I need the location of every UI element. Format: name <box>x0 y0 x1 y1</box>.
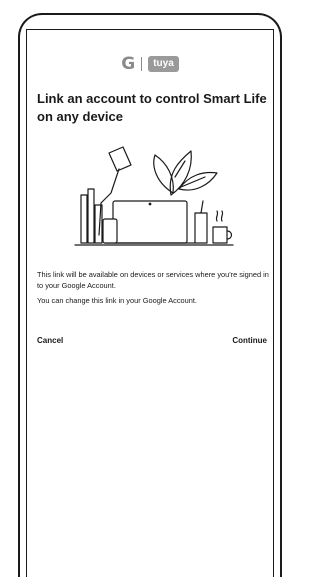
brand-divider <box>141 57 143 71</box>
google-logo: G <box>121 54 136 74</box>
info-text-availability: This link will be available on devices o… <box>37 270 269 290</box>
page-title: Link an account to control Smart Life on… <box>37 91 267 124</box>
info-text-change-link: You can change this link in your Google … <box>37 296 197 305</box>
brand-row: G tuya <box>27 54 273 74</box>
screen: G tuya Link an account to control Smart … <box>26 29 274 577</box>
tuya-logo: tuya <box>148 56 179 72</box>
cancel-button[interactable]: Cancel <box>37 336 63 345</box>
phone-frame: G tuya Link an account to control Smart … <box>18 13 282 577</box>
continue-button[interactable]: Continue <box>232 336 267 345</box>
action-row: Cancel Continue <box>37 336 267 345</box>
desk-devices-illustration <box>74 146 234 246</box>
